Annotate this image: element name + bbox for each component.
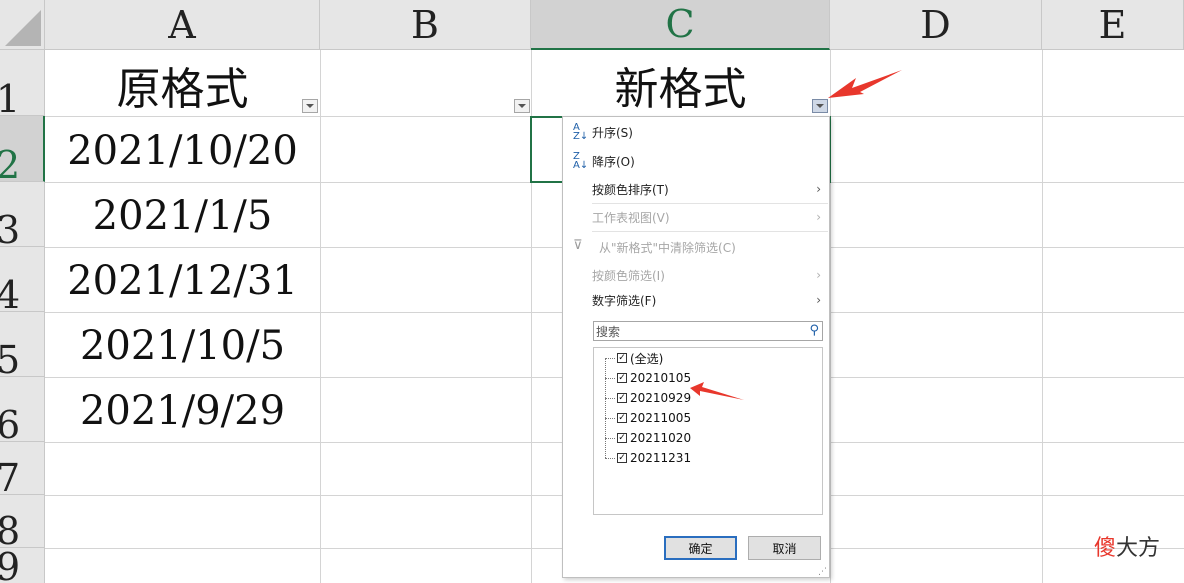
resize-grip-icon[interactable]: ⋰	[818, 568, 827, 577]
chevron-right-icon: ›	[816, 268, 821, 282]
list-item[interactable]: ✓ 20211231	[605, 448, 691, 468]
column-header-d[interactable]: D	[830, 0, 1042, 50]
menu-item-filter-by-color: 按颜色筛选(I) ›	[563, 262, 829, 288]
menu-item-label: 数字筛选(F)	[592, 293, 657, 308]
filter-search-input[interactable]: 搜索 ⚲	[593, 321, 823, 341]
tree-connector	[605, 417, 615, 419]
list-item[interactable]: ✓ 20210105	[605, 368, 691, 388]
list-item-label: 20210929	[630, 391, 692, 405]
row-number: 3	[0, 211, 20, 246]
cell-a1[interactable]: 原格式	[45, 54, 320, 116]
menu-item-number-filter[interactable]: 数字筛选(F) ›	[563, 287, 829, 313]
list-item-label: 20211020	[630, 431, 692, 445]
gridline	[1042, 50, 1043, 583]
menu-item-label: 降序(O)	[592, 154, 635, 169]
row-header-8[interactable]: 8	[0, 495, 45, 548]
clear-filter-icon: ⊽	[573, 238, 583, 253]
menu-separator	[592, 231, 828, 232]
row-header-2[interactable]: 2	[0, 116, 45, 182]
tree-connector	[605, 377, 615, 379]
row-header-1[interactable]: 1	[0, 50, 45, 116]
chevron-down-icon	[306, 104, 314, 108]
checkbox-checked-icon[interactable]: ✓	[617, 393, 627, 403]
cell-c1[interactable]: 新格式	[531, 54, 830, 116]
menu-item-label: 从"新格式"中清除筛选(C)	[599, 240, 736, 255]
row-header-4[interactable]: 4	[0, 247, 45, 312]
chevron-right-icon: ›	[816, 293, 821, 307]
menu-item-sort-descending[interactable]: Z A↓ 降序(O)	[563, 148, 829, 174]
search-placeholder: 搜索	[596, 324, 621, 339]
column-header-c[interactable]: C	[531, 0, 830, 50]
tree-connector	[605, 397, 615, 399]
sort-ascending-icon: A Z↓	[573, 122, 589, 142]
filter-dropdown-button-a[interactable]	[302, 99, 318, 113]
sort-descending-icon: Z A↓	[573, 151, 589, 171]
select-all-triangle-icon	[5, 10, 41, 46]
gridline	[320, 50, 321, 583]
row-number: 8	[0, 512, 20, 547]
row-number: 9	[0, 548, 20, 583]
checkbox-checked-icon[interactable]: ✓	[617, 433, 627, 443]
menu-item-label: 工作表视图(V)	[592, 210, 670, 225]
checkbox-checked-icon[interactable]: ✓	[617, 373, 627, 383]
list-item-select-all[interactable]: ✓ (全选)	[605, 348, 663, 368]
cancel-button[interactable]: 取消	[748, 536, 821, 560]
list-item-label: 20211231	[630, 451, 692, 465]
watermark-text: 傻	[1094, 536, 1117, 561]
tree-connector	[605, 357, 615, 359]
cell-a3[interactable]: 2021/1/5	[45, 184, 320, 247]
autofilter-menu: A Z↓ 升序(S) Z A↓ 降序(O) 按颜色排序(T) › 工作表视图(V) …	[562, 116, 830, 578]
row-number: 1	[0, 80, 20, 115]
list-item-label: 20211005	[630, 411, 692, 425]
checkbox-checked-icon[interactable]: ✓	[617, 453, 627, 463]
select-all-corner[interactable]	[0, 0, 45, 50]
column-header-b[interactable]: B	[320, 0, 531, 50]
row-number: 5	[0, 341, 20, 376]
column-header-e[interactable]: E	[1042, 0, 1184, 50]
tree-connector	[605, 457, 615, 459]
cell-a6[interactable]: 2021/9/29	[45, 379, 320, 442]
watermark-logo: 傻大方	[1094, 530, 1160, 562]
search-icon: ⚲	[809, 323, 819, 338]
tree-connector	[605, 437, 615, 439]
checkbox-checked-icon[interactable]: ✓	[617, 353, 627, 363]
list-item-label: (全选)	[630, 351, 664, 366]
chevron-right-icon: ›	[816, 210, 821, 224]
cell-a2[interactable]: 2021/10/20	[45, 119, 320, 182]
list-item[interactable]: ✓ 20211020	[605, 428, 691, 448]
annotation-arrow-icon	[690, 382, 744, 400]
list-item[interactable]: ✓ 20211005	[605, 408, 691, 428]
menu-item-label: 升序(S)	[592, 125, 633, 140]
menu-item-sheet-view: 工作表视图(V) ›	[563, 204, 829, 230]
menu-item-clear-filter: ⊽ 从"新格式"中清除筛选(C)	[563, 234, 829, 260]
row-number: 2	[0, 146, 20, 181]
row-header-7[interactable]: 7	[0, 442, 45, 495]
row-header-5[interactable]: 5	[0, 312, 45, 377]
annotation-arrow-icon	[828, 70, 902, 98]
cell-a5[interactable]: 2021/10/5	[45, 314, 320, 377]
chevron-down-icon	[816, 104, 824, 108]
column-header-a[interactable]: A	[45, 0, 320, 50]
menu-item-label: 按颜色筛选(I)	[592, 268, 665, 283]
chevron-down-icon	[518, 104, 526, 108]
checkbox-checked-icon[interactable]: ✓	[617, 413, 627, 423]
row-header-9[interactable]: 9	[0, 548, 45, 583]
menu-item-sort-by-color[interactable]: 按颜色排序(T) ›	[563, 176, 829, 202]
menu-item-label: 按颜色排序(T)	[592, 182, 669, 197]
watermark-text: 大方	[1116, 536, 1161, 561]
row-header-3[interactable]: 3	[0, 182, 45, 247]
cell-a4[interactable]: 2021/12/31	[45, 249, 320, 312]
filter-values-list: ✓ (全选) ✓ 20210105 ✓ 20210929 ✓ 20211005 …	[593, 347, 823, 515]
list-item-label: 20210105	[630, 371, 692, 385]
row-header-6[interactable]: 6	[0, 377, 45, 442]
menu-item-sort-ascending[interactable]: A Z↓ 升序(S)	[563, 119, 829, 145]
filter-dropdown-button-b[interactable]	[514, 99, 530, 113]
ok-button[interactable]: 确定	[664, 536, 737, 560]
row-number: 6	[0, 406, 20, 441]
row-number: 7	[0, 459, 20, 494]
list-item[interactable]: ✓ 20210929	[605, 388, 691, 408]
row-number: 4	[0, 276, 20, 311]
chevron-right-icon: ›	[816, 182, 821, 196]
